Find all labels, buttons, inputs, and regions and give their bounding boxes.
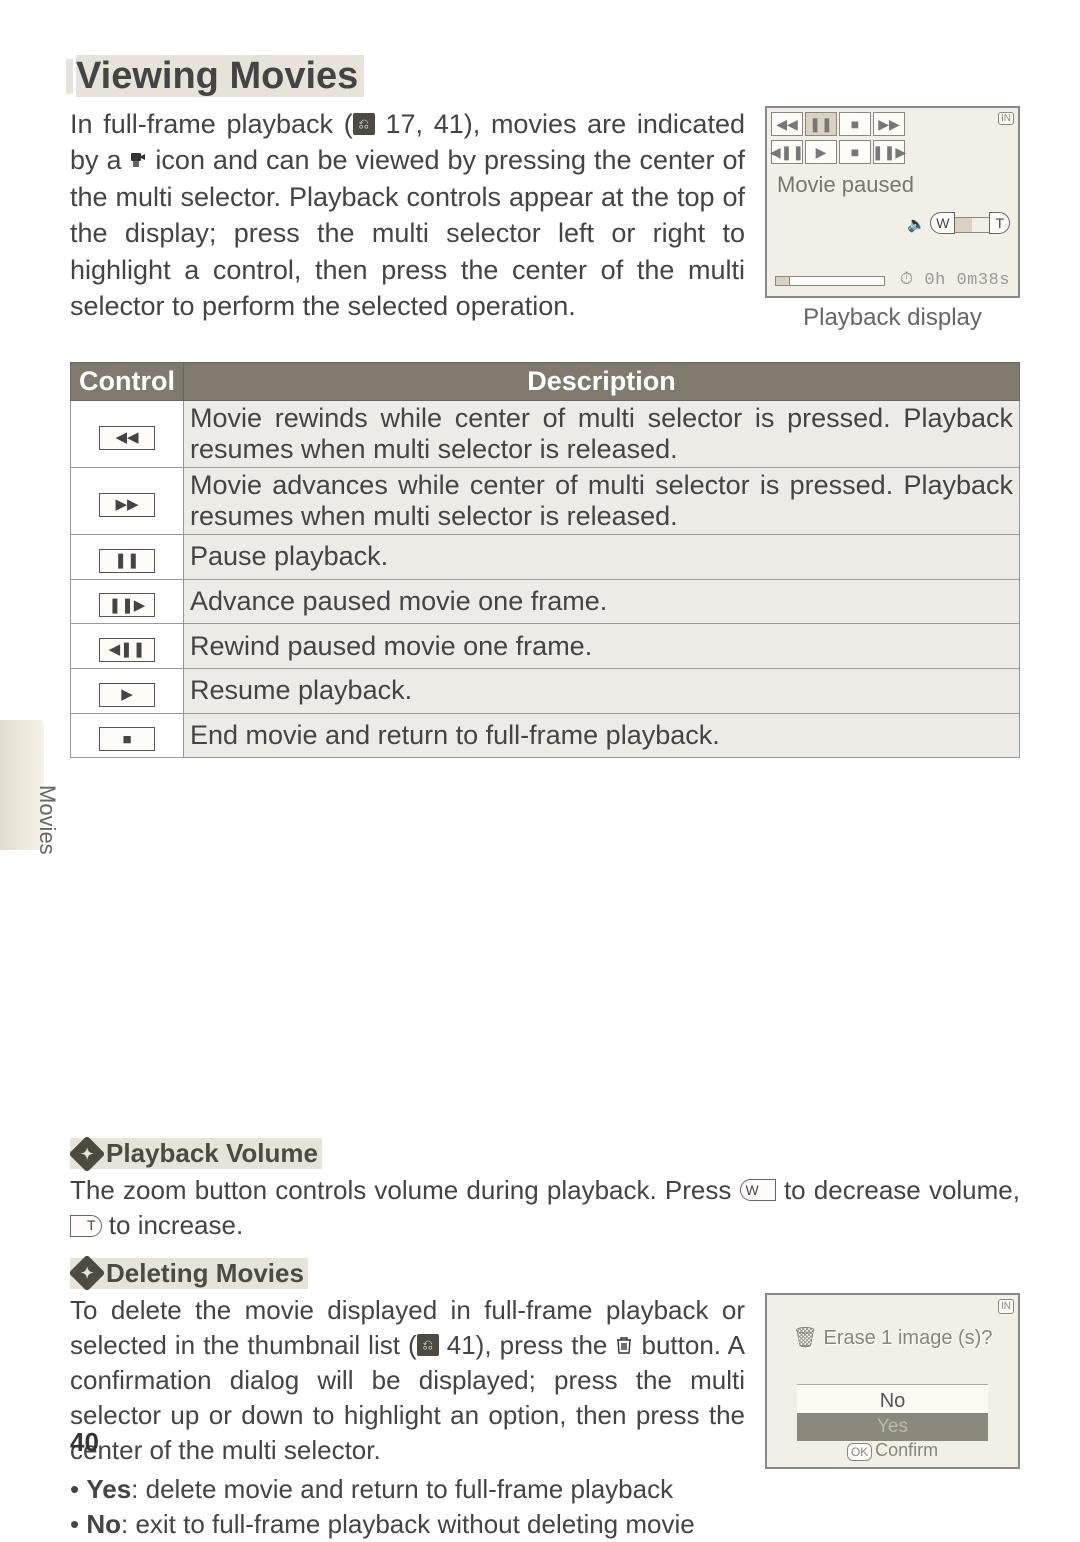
intro-text: In full-frame playback (⎌ 17, 41), movie…: [70, 106, 745, 332]
table-row: ▶ Resume playback.: [71, 669, 1020, 714]
w-button-icon: W: [740, 1179, 776, 1201]
movie-icon: [129, 151, 147, 169]
table-row: ◀◀ Movie rewinds while center of multi se…: [71, 401, 1020, 468]
t-button-icon: T: [70, 1215, 102, 1237]
control-description: Rewind paused movie one frame.: [183, 624, 1019, 669]
table-row: ❚❚ Pause playback.: [71, 535, 1020, 580]
table-row: ▶▶ Movie advances while center of multi s…: [71, 468, 1020, 535]
page-number: 40: [70, 1427, 99, 1458]
bullet-yes: Yes: delete movie and return to full-fra…: [70, 1472, 745, 1507]
intro-block: In full-frame playback (⎌ 17, 41), movie…: [70, 106, 1020, 332]
trash-icon: [615, 1335, 633, 1355]
play-icon: ▶: [805, 140, 837, 164]
stop2-icon: ■: [839, 140, 871, 164]
volume-indicator: 🔈 WT: [907, 214, 1010, 236]
pause-icon: ❚❚: [805, 112, 837, 136]
col-description: Description: [183, 363, 1019, 401]
controls-table: Control Description ◀◀ Movie rewinds whil…: [70, 362, 1020, 758]
page-ref-icon: ⎌: [417, 1334, 439, 1356]
erase-option-yes: Yes: [797, 1413, 988, 1441]
col-control: Control: [71, 363, 184, 401]
control-description: Advance paused movie one frame.: [183, 579, 1019, 624]
control-description: Movie advances while center of multi sel…: [183, 468, 1019, 535]
note-playback-volume: ✦ Playback Volume: [70, 1138, 322, 1169]
control-icon: ❚❚: [99, 549, 155, 573]
table-row: ◀❚❚ Rewind paused movie one frame.: [71, 624, 1020, 669]
status-text: Movie paused: [777, 172, 914, 198]
control-description: End movie and return to full-frame playb…: [183, 713, 1019, 758]
frame-fwd-icon: ❚❚▶: [873, 140, 905, 164]
control-icon: ▶: [99, 683, 155, 707]
table-row: ❚❚▶ Advance paused movie one frame.: [71, 579, 1020, 624]
rewind-icon: ◀◀: [771, 112, 803, 136]
memory-in-badge: IN: [998, 112, 1014, 125]
control-description: Pause playback.: [183, 535, 1019, 580]
tip-icon: ✦: [69, 1255, 106, 1292]
stop-icon: ■: [839, 112, 871, 136]
section-label: Movies: [34, 785, 60, 855]
bullet-no: No: exit to full-frame playback without …: [70, 1507, 745, 1542]
erase-title: 🗑 Erase 1 image (s)?: [767, 1325, 1018, 1352]
tip-icon: ✦: [69, 1135, 106, 1172]
table-row: ■ End movie and return to full-frame play…: [71, 713, 1020, 758]
progress-bar: [775, 276, 885, 286]
forward-icon: ▶▶: [873, 112, 905, 136]
control-icon: ■: [99, 727, 155, 751]
control-icon: ▶▶: [99, 493, 155, 517]
control-description: Resume playback.: [183, 669, 1019, 714]
note1-body: The zoom button controls volume during p…: [70, 1173, 1020, 1243]
note2-body: To delete the movie displayed in full-fr…: [70, 1293, 745, 1542]
page-title: Viewing Movies: [70, 55, 364, 98]
page-ref-icon: ⎌: [353, 113, 375, 135]
control-icon: ◀❚❚: [99, 638, 155, 662]
control-description: Movie rewinds while center of multi sele…: [183, 401, 1019, 468]
time-indicator: ⏱ 0h 0m38s: [900, 270, 1010, 290]
erase-confirm: OKConfirm: [767, 1438, 1018, 1462]
memory-in-badge: IN: [998, 1299, 1014, 1315]
erase-dialog: IN 🗑 Erase 1 image (s)? No Yes OKConfirm: [765, 1293, 1020, 1469]
display-caption: Playback display: [765, 304, 1020, 332]
frame-back-icon: ◀❚❚: [771, 140, 803, 164]
note-deleting-movies: ✦ Deleting Movies: [70, 1258, 308, 1289]
control-icon: ❚❚▶: [99, 593, 155, 617]
control-icon: ◀◀: [99, 426, 155, 450]
playback-display: IN ◀◀ ❚❚ ■ ▶▶ ◀❚❚ ▶ ■ ❚❚▶ Movie paused 🔈…: [765, 106, 1020, 298]
